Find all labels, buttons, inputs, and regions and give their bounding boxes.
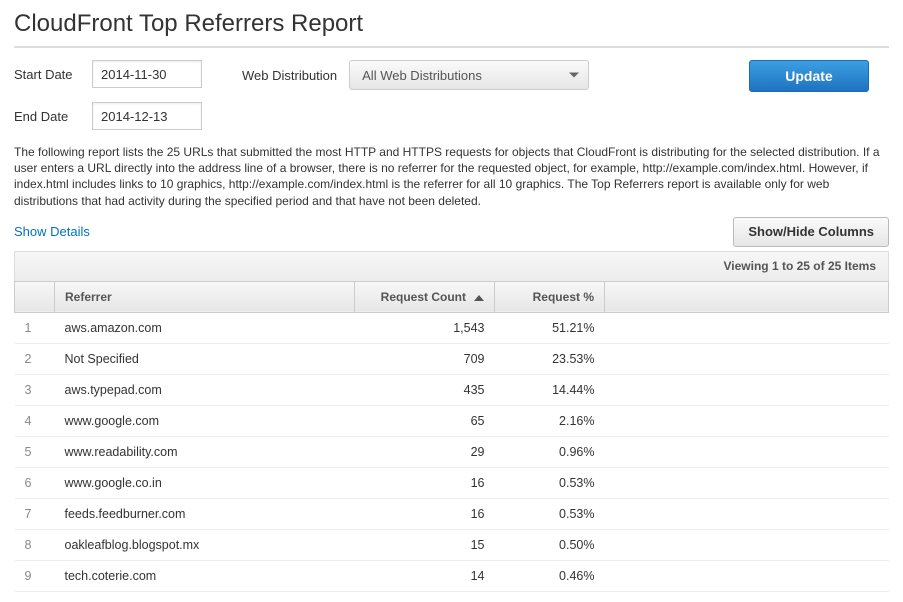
title-divider: [14, 46, 889, 48]
cell-request-percent: 0.50%: [495, 529, 605, 560]
distribution-select[interactable]: All Web Distributions: [349, 60, 589, 90]
table-row[interactable]: 3aws.typepad.com43514.44%: [15, 374, 889, 405]
cell-request-count: 15: [355, 529, 495, 560]
cell-referrer: Not Specified: [55, 343, 355, 374]
cell-request-percent: 14.44%: [495, 374, 605, 405]
cell-request-percent: 23.53%: [495, 343, 605, 374]
cell-request-percent: 0.96%: [495, 436, 605, 467]
cell-request-count: 65: [355, 405, 495, 436]
table-row[interactable]: 1aws.amazon.com1,54351.21%: [15, 312, 889, 343]
end-date-input[interactable]: [92, 102, 202, 130]
cell-request-count: 14: [355, 560, 495, 591]
cell-request-percent: 0.53%: [495, 498, 605, 529]
secondary-toolbar: Show Details Show/Hide Columns: [14, 217, 889, 247]
cell-request-count: 709: [355, 343, 495, 374]
col-header-referrer[interactable]: Referrer: [55, 281, 355, 312]
row-index: 5: [15, 436, 55, 467]
cell-request-percent: 0.53%: [495, 467, 605, 498]
table-row[interactable]: 9tech.coterie.com140.46%: [15, 560, 889, 591]
cell-referrer: aws.typepad.com: [55, 374, 355, 405]
cell-blank: [605, 436, 889, 467]
cell-referrer: www.google.co.in: [55, 467, 355, 498]
date-filters: Start Date End Date: [14, 60, 202, 130]
referrers-table: Referrer Request Count Request % 1aws.am…: [14, 281, 889, 592]
table-row[interactable]: 6www.google.co.in160.53%: [15, 467, 889, 498]
table-row[interactable]: 2Not Specified70923.53%: [15, 343, 889, 374]
start-date-label: Start Date: [14, 67, 82, 82]
cell-blank: [605, 467, 889, 498]
cell-blank: [605, 374, 889, 405]
cell-referrer: tech.coterie.com: [55, 560, 355, 591]
cell-request-count: 435: [355, 374, 495, 405]
cell-request-count: 16: [355, 467, 495, 498]
cell-request-percent: 51.21%: [495, 312, 605, 343]
cell-blank: [605, 560, 889, 591]
row-index: 8: [15, 529, 55, 560]
cell-blank: [605, 343, 889, 374]
cell-request-count: 16: [355, 498, 495, 529]
table-row[interactable]: 7feeds.feedburner.com160.53%: [15, 498, 889, 529]
cell-blank: [605, 312, 889, 343]
row-index: 2: [15, 343, 55, 374]
cell-request-count: 1,543: [355, 312, 495, 343]
start-date-input[interactable]: [92, 60, 202, 88]
col-header-blank[interactable]: [605, 281, 889, 312]
pager-bar: Viewing 1 to 25 of 25 Items: [14, 251, 889, 281]
col-header-request-percent[interactable]: Request %: [495, 281, 605, 312]
col-header-request-count[interactable]: Request Count: [355, 281, 495, 312]
cell-referrer: www.google.com: [55, 405, 355, 436]
row-index: 1: [15, 312, 55, 343]
table-row[interactable]: 4www.google.com652.16%: [15, 405, 889, 436]
cell-referrer: www.readability.com: [55, 436, 355, 467]
cell-blank: [605, 498, 889, 529]
row-index: 6: [15, 467, 55, 498]
cell-blank: [605, 405, 889, 436]
show-hide-columns-button[interactable]: Show/Hide Columns: [733, 217, 889, 247]
cell-blank: [605, 529, 889, 560]
filter-bar: Start Date End Date Web Distribution All…: [14, 60, 889, 130]
cell-request-count: 29: [355, 436, 495, 467]
show-details-link[interactable]: Show Details: [14, 224, 90, 239]
col-header-index[interactable]: [15, 281, 55, 312]
cell-referrer: feeds.feedburner.com: [55, 498, 355, 529]
distribution-label: Web Distribution: [242, 68, 337, 83]
row-index: 4: [15, 405, 55, 436]
cell-referrer: aws.amazon.com: [55, 312, 355, 343]
cell-request-percent: 2.16%: [495, 405, 605, 436]
cell-referrer: oakleafblog.blogspot.mx: [55, 529, 355, 560]
cell-request-percent: 0.46%: [495, 560, 605, 591]
report-description: The following report lists the 25 URLs t…: [14, 144, 889, 209]
end-date-label: End Date: [14, 109, 82, 124]
distribution-filter: Web Distribution All Web Distributions: [242, 60, 589, 90]
pager-text: Viewing 1 to 25 of 25 Items: [724, 259, 877, 273]
row-index: 7: [15, 498, 55, 529]
table-row[interactable]: 8oakleafblog.blogspot.mx150.50%: [15, 529, 889, 560]
update-button[interactable]: Update: [749, 60, 869, 92]
row-index: 3: [15, 374, 55, 405]
table-row[interactable]: 5www.readability.com290.96%: [15, 436, 889, 467]
row-index: 9: [15, 560, 55, 591]
page-title: CloudFront Top Referrers Report: [14, 10, 889, 38]
